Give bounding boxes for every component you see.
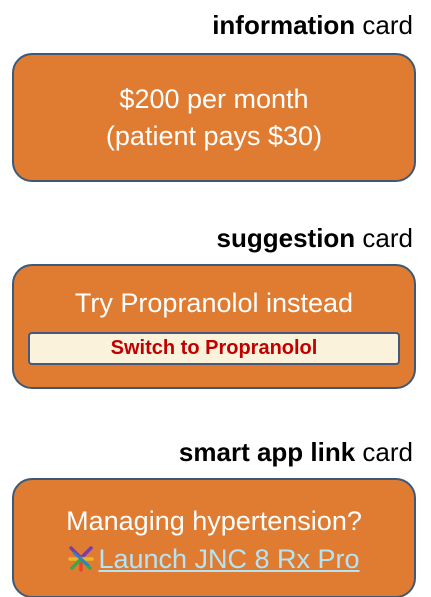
suggestion-card-heading: suggestion card [217, 225, 413, 251]
information-card-line2: (patient pays $30) [105, 121, 323, 151]
smart-app-link-card: Managing hypertension? Launch JNC 8 Rx P… [12, 478, 416, 597]
suggestion-card-text: Try Propranolol instead [74, 288, 354, 318]
launch-app-link[interactable]: Launch JNC 8 Rx Pro [98, 540, 359, 578]
suggestion-card: Try Propranolol instead Switch to Propra… [12, 264, 416, 389]
smart-app-link-heading-strong: smart app link [178, 437, 356, 467]
launch-link-row: Launch JNC 8 Rx Pro [68, 540, 360, 578]
app-logo-icon [68, 546, 95, 572]
information-card-heading: information card [212, 12, 413, 38]
information-heading-rest: card [355, 10, 413, 40]
information-card-line1: $200 per month [119, 84, 309, 114]
information-card: $200 per month (patient pays $30) [12, 53, 416, 182]
smart-app-link-card-text: Managing hypertension? [66, 506, 362, 536]
switch-to-propranolol-button[interactable]: Switch to Propranolol [28, 332, 400, 365]
information-heading-strong: information [212, 10, 356, 40]
cards-diagram: information card $200 per month (patient… [0, 0, 431, 597]
smart-app-link-heading-rest: card [355, 437, 413, 467]
suggestion-heading-strong: suggestion [216, 223, 356, 253]
suggestion-heading-rest: card [355, 223, 413, 253]
smart-app-link-card-heading: smart app link card [179, 439, 413, 465]
